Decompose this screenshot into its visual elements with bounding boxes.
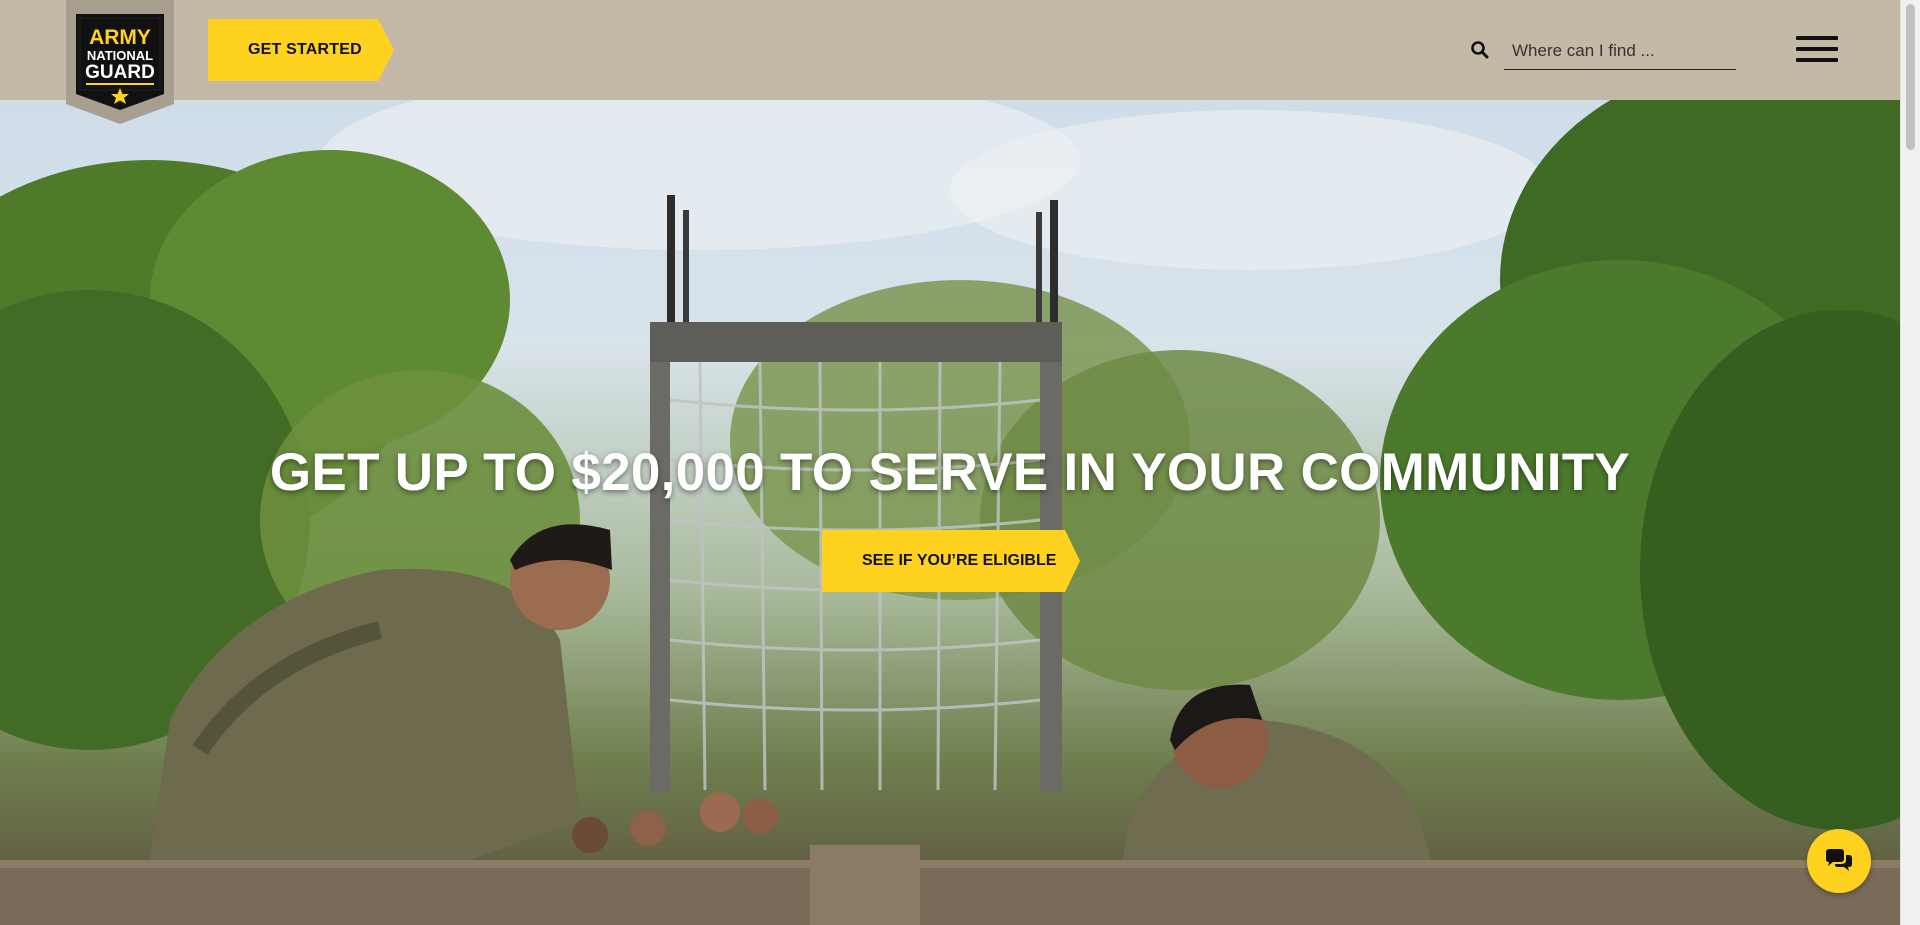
get-started-button[interactable]: GET STARTED — [208, 19, 394, 81]
hamburger-menu-button[interactable] — [1796, 36, 1838, 64]
search-icon[interactable] — [1470, 40, 1490, 60]
site-header: ARMY NATIONAL GUARD GET STARTED — [0, 0, 1900, 124]
hero-background-image — [0, 100, 1900, 925]
scrollbar-thumb[interactable] — [1906, 4, 1915, 150]
army-national-guard-logo[interactable]: ARMY NATIONAL GUARD — [66, 0, 174, 124]
see-if-eligible-button[interactable]: SEE IF YOU’RE ELIGIBLE — [822, 530, 1080, 592]
hero-section: GET UP TO $20,000 TO SERVE IN YOUR COMMU… — [0, 100, 1900, 925]
page-scrollbar[interactable] — [1900, 0, 1920, 925]
chat-button[interactable] — [1807, 829, 1871, 893]
svg-text:GUARD: GUARD — [85, 62, 155, 83]
search-input[interactable] — [1504, 32, 1736, 70]
hamburger-menu-icon — [1796, 36, 1838, 40]
hero-title: GET UP TO $20,000 TO SERVE IN YOUR COMMU… — [269, 443, 1631, 502]
svg-text:ARMY: ARMY — [89, 26, 151, 49]
svg-text:NATIONAL: NATIONAL — [87, 48, 153, 63]
chat-bubbles-icon — [1826, 849, 1852, 871]
